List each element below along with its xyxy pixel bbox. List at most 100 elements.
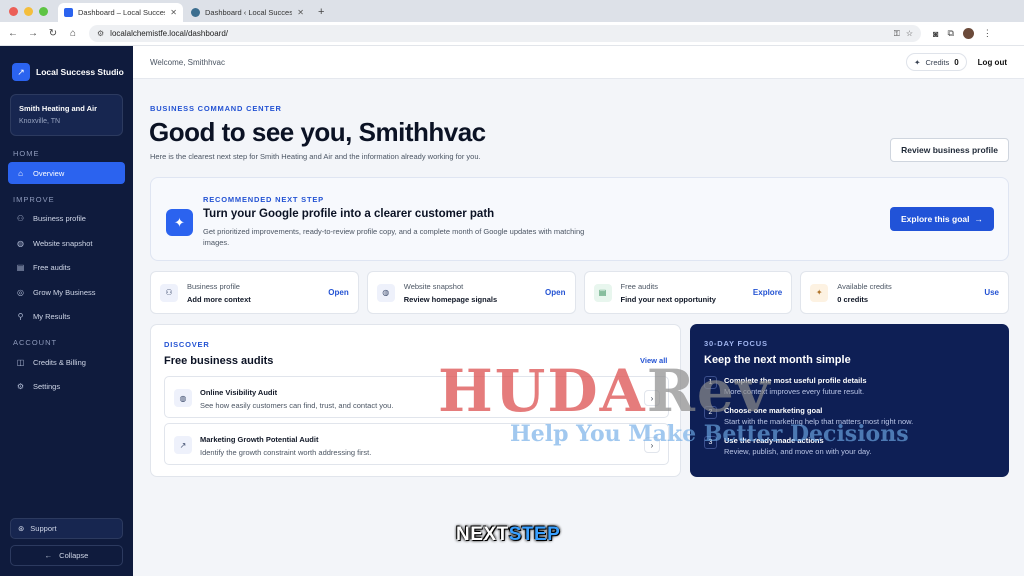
discover-title: Free business audits [164, 355, 274, 367]
explore-goal-label: Explore this goal [901, 214, 970, 224]
section-label-home: HOME [13, 149, 40, 158]
explore-goal-button[interactable]: Explore this goal → [890, 207, 994, 231]
stat-card-business-profile[interactable]: ⚇ Business profile Add more context Open [150, 271, 359, 314]
caption-part: STEP [508, 524, 561, 545]
discover-eyebrow: DISCOVER [164, 340, 210, 349]
support-button[interactable]: ⊛ Support [10, 518, 123, 539]
help-icon: ⊛ [18, 524, 25, 533]
credit-card-icon: ◫ [16, 357, 25, 367]
browser-menu-icon[interactable]: ⋮ [983, 28, 992, 39]
tab-label: Dashboard ‹ Local Success St [205, 8, 293, 17]
minimize-window-button[interactable] [24, 7, 33, 16]
sidebar-item-free-audits[interactable]: ▤ Free audits [8, 257, 125, 279]
close-window-button[interactable] [9, 7, 18, 16]
page-title: Good to see you, Smithhvac [149, 117, 486, 147]
sidebar-item-settings[interactable]: ⚙ Settings [8, 376, 125, 398]
sidebar: ↗ Local Success Studio Smith Heating and… [0, 46, 133, 576]
browser-tab-wp-dashboard[interactable]: Dashboard ‹ Local Success St ✕ [185, 3, 310, 22]
brand-name: Local Success Studio [36, 67, 124, 77]
site-settings-icon[interactable]: ⚙ [97, 29, 104, 38]
sidebar-item-results[interactable]: ⚲ My Results [8, 306, 125, 328]
forward-icon[interactable]: → [23, 28, 43, 39]
profile-avatar[interactable] [962, 28, 974, 39]
stat-card-free-audits[interactable]: ▤ Free audits Find your next opportunity… [583, 271, 793, 314]
credits-badge[interactable]: ✦ Credits 0 [906, 53, 967, 71]
sparkle-icon: ✦ [166, 209, 193, 236]
watermark-tagline: Help You Make Better Decisions [510, 421, 909, 447]
stat-value: Add more context [187, 294, 251, 304]
logout-link[interactable]: Log out [978, 58, 1007, 67]
reco-eyebrow: RECOMMENDED NEXT STEP [203, 195, 324, 204]
results-icon: ⚲ [17, 312, 24, 321]
sidebar-item-credits-billing[interactable]: ◫ Credits & Billing [8, 351, 125, 373]
top-header: Welcome, Smithhvac ✦ Credits 0 Log out [133, 46, 1024, 79]
tab-close-icon[interactable]: ✕ [170, 8, 177, 17]
sidebar-item-grow[interactable]: ◎ Grow My Business [8, 281, 125, 303]
browser-toolbar: ← → ↻ ⌂ ⚙ localalchemistfe.local/dashboa… [0, 22, 1024, 46]
wordpress-favicon-icon [191, 8, 200, 17]
review-business-profile-button[interactable]: Review business profile [890, 138, 1009, 162]
user-icon: ⚇ [16, 214, 25, 223]
new-tab-icon[interactable]: + [312, 6, 330, 22]
quick-stats-row: ⚇ Business profile Add more context Open… [150, 271, 1009, 314]
watermark: HUDARev [438, 362, 772, 420]
sidebar-item-label: My Results [33, 312, 71, 321]
arrow-left-icon: ← [44, 551, 53, 560]
maximize-window-button[interactable] [39, 7, 48, 16]
extensions-icon[interactable]: ⧉ [947, 28, 953, 39]
tab-close-icon[interactable]: ✕ [297, 8, 304, 17]
stat-card-available-credits[interactable]: ✦ Available credits 0 credits Use [800, 271, 1009, 314]
arrow-right-icon: → [974, 214, 984, 224]
business-location: Knoxville, TN [19, 118, 61, 125]
stat-card-website-snapshot[interactable]: ◍ Website snapshot Review homepage signa… [366, 271, 576, 314]
document-icon: ▤ [593, 283, 612, 302]
stat-value: 0 credits [837, 294, 869, 304]
audit-description: See how easily customers can find, trust… [200, 401, 394, 410]
stat-action-link[interactable]: Use [984, 288, 999, 297]
url-text: localalchemistfe.local/dashboard/ [110, 29, 229, 38]
watermark-part: Rev [646, 357, 772, 425]
next-step-caption: NEXTSTEP [456, 524, 560, 546]
stat-value: Find your next opportunity [620, 294, 716, 304]
stat-label: Available credits [837, 281, 892, 291]
caption-part: NEXT [456, 524, 509, 545]
stat-label: Free audits [620, 281, 659, 291]
reco-title: Turn your Google profile into a clearer … [203, 208, 495, 220]
sidebar-item-label: Overview [33, 168, 65, 178]
recommended-next-step-card: ✦ RECOMMENDED NEXT STEP Turn your Google… [150, 177, 1009, 261]
globe-icon: ◍ [17, 238, 24, 248]
brand[interactable]: ↗ Local Success Studio [0, 46, 133, 86]
business-switcher[interactable]: Smith Heating and Air Knoxville, TN [10, 94, 123, 136]
credits-label: Credits [925, 57, 950, 67]
stat-action-link[interactable]: Open [545, 288, 565, 297]
watermark-part: HUDA [438, 357, 647, 425]
address-bar[interactable]: ⚙ localalchemistfe.local/dashboard/ ⚿ ☆ [89, 25, 921, 42]
page-eyebrow: BUSINESS COMMAND CENTER [150, 104, 282, 113]
reload-icon[interactable]: ↻ [43, 28, 63, 39]
sidebar-item-overview[interactable]: ⌂ Overview [8, 162, 125, 184]
sidebar-item-business-profile[interactable]: ⚇ Business profile [8, 208, 125, 230]
chart-icon: ↗ [174, 436, 192, 454]
stat-action-link[interactable]: Explore [753, 288, 782, 297]
tab-label: Dashboard – Local Success S [78, 8, 165, 17]
step-description: Review, publish, and move on with your d… [724, 447, 872, 456]
globe-icon: ◍ [376, 283, 395, 302]
target-icon: ◎ [17, 287, 24, 297]
stat-label: Business profile [187, 281, 240, 291]
back-icon[interactable]: ← [3, 28, 23, 39]
stat-action-link[interactable]: Open [328, 288, 348, 297]
browser-tab-dashboard[interactable]: Dashboard – Local Success S ✕ [58, 3, 183, 22]
key-icon[interactable]: ⚿ [894, 29, 900, 39]
bookmark-star-icon[interactable]: ☆ [906, 29, 913, 38]
audit-title: Online Visibility Audit [200, 388, 278, 397]
document-icon: ▤ [16, 263, 25, 272]
collapse-button[interactable]: ← Collapse [10, 545, 123, 566]
sparkle-icon: ✦ [810, 283, 829, 302]
gear-icon: ⚙ [16, 382, 25, 391]
sidebar-item-website-snapshot[interactable]: ◍ Website snapshot [8, 232, 125, 254]
page-subtitle: Here is the clearest next step for Smith… [150, 152, 481, 161]
sidebar-item-label: Website snapshot [33, 238, 93, 248]
window-controls [0, 7, 58, 22]
camera-icon[interactable]: ◙ [933, 29, 938, 39]
home-icon[interactable]: ⌂ [63, 28, 83, 39]
